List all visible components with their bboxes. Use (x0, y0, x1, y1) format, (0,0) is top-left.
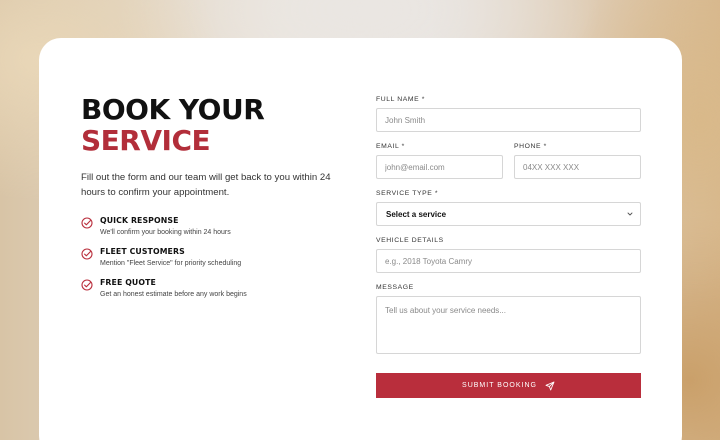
email-input[interactable] (376, 155, 503, 179)
service-type-group: SERVICE TYPE * Select a service (376, 190, 641, 226)
check-circle-icon (81, 279, 93, 291)
title-line-2: SERVICE (81, 124, 211, 157)
full-name-group: FULL NAME * (376, 96, 641, 132)
intro-text: Fill out the form and our team will get … (81, 172, 331, 198)
feature-item-fleet-customers: FLEET CUSTOMERS Mention "Fleet Service" … (81, 247, 361, 267)
message-group: MESSAGE (376, 284, 641, 359)
feature-list: QUICK RESPONSE We'll confirm your bookin… (81, 216, 361, 298)
feature-title: FREE QUOTE (100, 278, 156, 287)
check-circle-icon (81, 217, 93, 229)
feature-text: FLEET CUSTOMERS Mention "Fleet Service" … (100, 247, 241, 267)
feature-title: QUICK RESPONSE (100, 216, 179, 225)
message-textarea[interactable] (376, 296, 641, 354)
phone-group: PHONE * (514, 143, 641, 179)
feature-text: FREE QUOTE Get an honest estimate before… (100, 278, 247, 298)
submit-booking-button[interactable]: SUBMIT BOOKING (376, 373, 641, 398)
email-group: EMAIL * (376, 143, 503, 179)
submit-label: SUBMIT BOOKING (462, 382, 537, 389)
chevron-down-icon (627, 212, 633, 216)
full-name-input[interactable] (376, 108, 641, 132)
message-label: MESSAGE (376, 284, 414, 291)
full-name-label: FULL NAME * (376, 96, 426, 103)
feature-description: Mention "Fleet Service" for priority sch… (100, 260, 242, 267)
phone-label: PHONE * (514, 143, 547, 150)
booking-intro-panel: BOOK YOUR SERVICE Fill out the form and … (81, 94, 361, 309)
booking-form: FULL NAME * EMAIL * PHONE * SERVICE TYPE… (376, 96, 641, 398)
phone-input[interactable] (514, 155, 641, 179)
vehicle-input[interactable] (376, 249, 641, 273)
service-type-value: Select a service (386, 209, 447, 219)
email-label: EMAIL * (376, 143, 405, 150)
feature-description: We'll confirm your booking within 24 hou… (100, 229, 231, 236)
service-type-select[interactable]: Select a service (376, 202, 641, 226)
feature-text: QUICK RESPONSE We'll confirm your bookin… (100, 216, 231, 236)
page-title: BOOK YOUR SERVICE (81, 94, 361, 156)
feature-item-quick-response: QUICK RESPONSE We'll confirm your bookin… (81, 216, 361, 236)
feature-title: FLEET CUSTOMERS (100, 247, 185, 256)
feature-description: Get an honest estimate before any work b… (100, 291, 247, 298)
vehicle-label: VEHICLE DETAILS (376, 237, 444, 244)
booking-card: BOOK YOUR SERVICE Fill out the form and … (39, 38, 682, 440)
feature-item-free-quote: FREE QUOTE Get an honest estimate before… (81, 278, 361, 298)
title-line-1: BOOK YOUR (81, 93, 265, 126)
contact-row: EMAIL * PHONE * (376, 143, 641, 179)
check-circle-icon (81, 248, 93, 260)
send-icon (545, 381, 555, 390)
vehicle-group: VEHICLE DETAILS (376, 237, 641, 273)
service-type-label: SERVICE TYPE * (376, 190, 439, 197)
